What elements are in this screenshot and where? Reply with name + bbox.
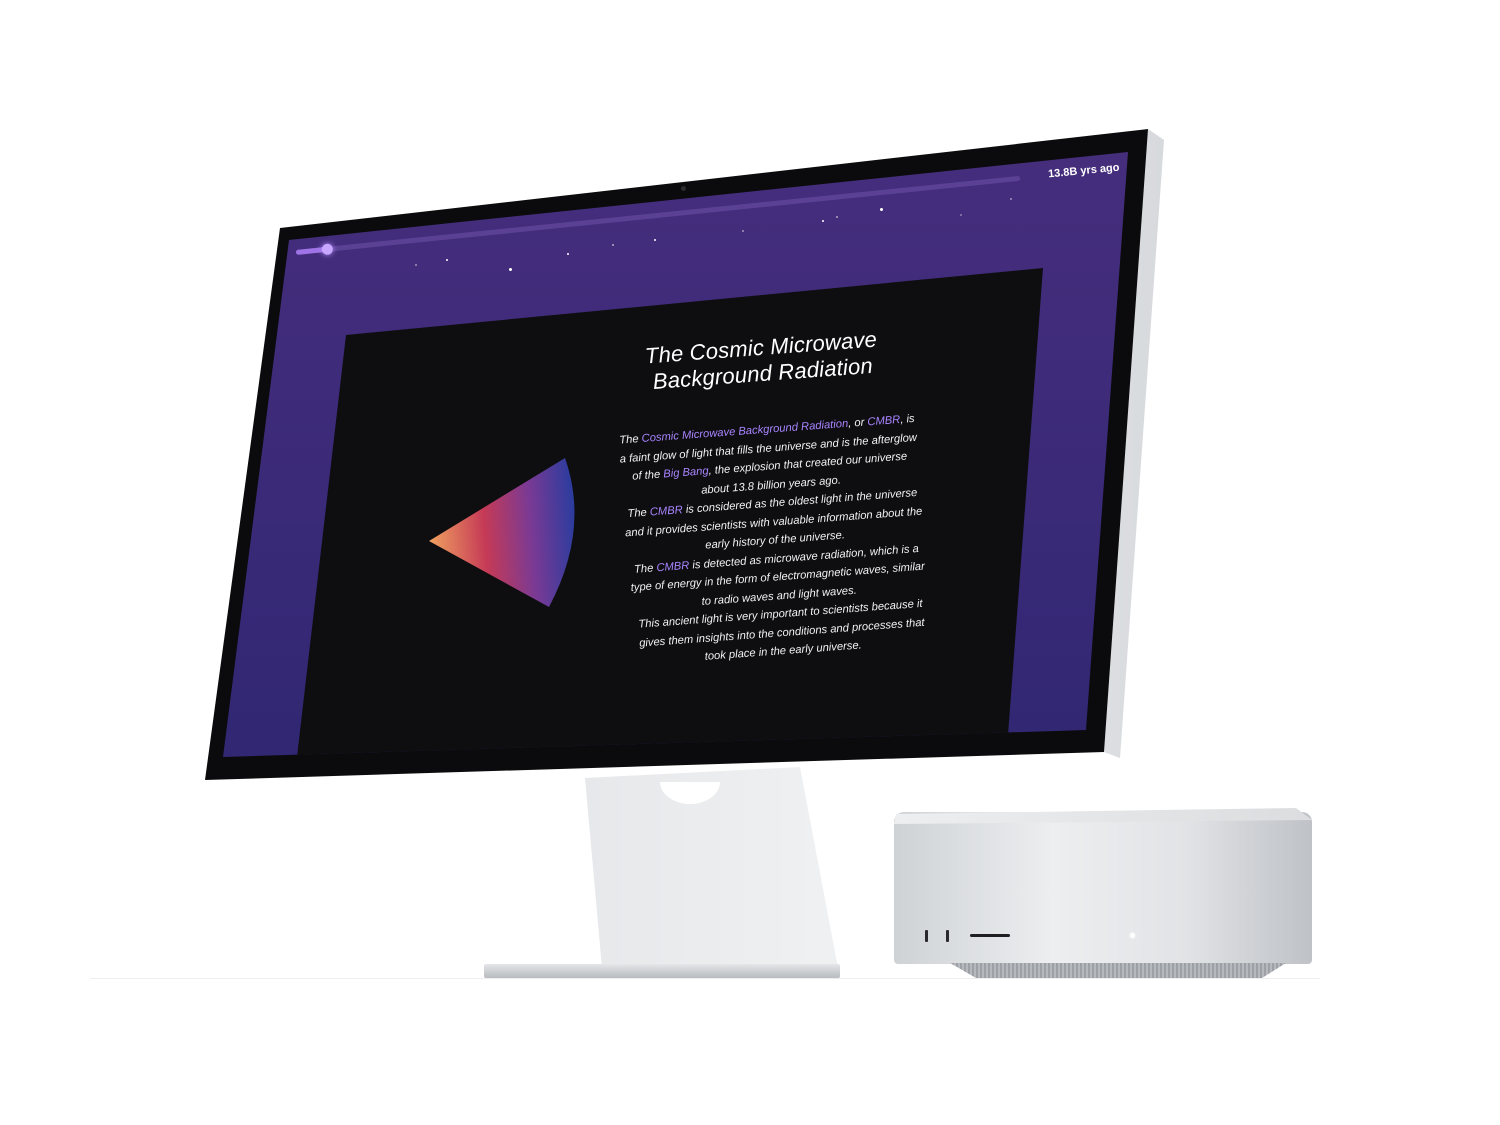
desktop-computer	[894, 812, 1312, 964]
link-cmbr[interactable]: CMBR	[656, 559, 690, 573]
text: , or	[847, 416, 868, 430]
article: The Cosmic Microwave Background Radiatio…	[610, 324, 933, 672]
link-cmbr[interactable]: CMBR	[649, 504, 683, 518]
floor-shadow	[90, 978, 1320, 979]
link-cmbr[interactable]: CMBR	[867, 414, 901, 428]
power-led-icon	[1130, 933, 1135, 938]
sd-slot-icon	[970, 934, 1010, 937]
usb-port-icon	[946, 930, 949, 942]
text: The	[627, 506, 651, 521]
monitor-stand-base	[484, 964, 840, 978]
link-big-bang[interactable]: Big Bang	[663, 465, 709, 480]
text: The	[633, 561, 657, 576]
webcam-icon	[681, 186, 686, 191]
text: The	[618, 432, 643, 447]
stand-cable-hole	[660, 782, 720, 804]
product-mockup-scene: 13.8B yrs ago The Cosmic Microwave Backg…	[0, 0, 1500, 1125]
usb-port-icon	[925, 930, 928, 942]
